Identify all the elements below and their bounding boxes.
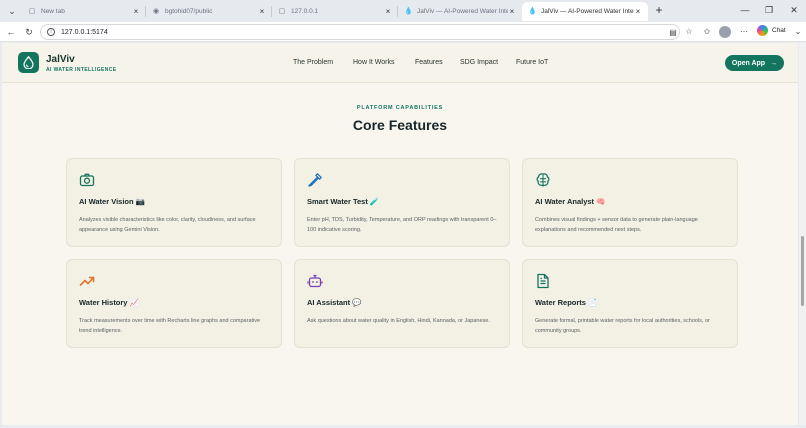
feature-card-smart-water-test: Smart Water Test 🧪 Enter pH, TDS, Turbid… — [294, 158, 510, 247]
feature-title: AI Water Analyst 🧠 — [535, 197, 606, 206]
browser-toolbar: ← ↻ i 127.0.0.1:5174 ▤ ☆ ✩ ⋯ Chat ⌄ — [0, 22, 806, 42]
logo-tagline: AI WATER INTELLIGENCE — [46, 67, 117, 73]
logo-drop-icon[interactable] — [18, 52, 39, 73]
file-text-icon — [537, 273, 549, 289]
page-scrollbar[interactable] — [799, 43, 806, 425]
profile-avatar[interactable] — [719, 26, 731, 38]
open-app-label: Open App — [731, 59, 766, 67]
reader-view-icon[interactable]: ▤ — [667, 27, 679, 39]
nav-future-iot[interactable]: Future IoT — [516, 59, 548, 66]
tab-label: JalViv — AI-Powered Water Intellig — [417, 8, 508, 15]
feature-card-ai-water-vision: AI Water Vision 📷 Analyzes visible chara… — [66, 158, 282, 247]
pipette-icon — [308, 172, 323, 187]
open-app-button[interactable]: Open App → — [725, 55, 784, 71]
tab-new-tab[interactable]: ▢ New tab × — [22, 2, 146, 21]
tab-label: bgtohid07/public — [165, 8, 213, 15]
bot-icon — [307, 274, 323, 288]
close-icon[interactable]: × — [132, 7, 140, 16]
chevron-down-icon[interactable]: ⌄ — [792, 26, 804, 38]
drop-icon: 💧 — [528, 7, 537, 15]
feature-card-water-history: Water History 📈 Track measurements over … — [66, 259, 282, 348]
tab-label: 127.0.0.1 — [291, 8, 319, 15]
back-arrow-icon[interactable]: ← — [4, 25, 18, 39]
tab-github[interactable]: ◉ bgtohid07/public × — [146, 2, 272, 21]
nav-sdg-impact[interactable]: SDG Impact — [460, 59, 498, 66]
feature-title: Smart Water Test 🧪 — [307, 197, 380, 206]
feature-title: AI Assistant 💬 — [307, 298, 362, 307]
close-icon[interactable]: × — [508, 7, 516, 16]
tab-jalviv-1[interactable]: 💧 JalViv — AI-Powered Water Intellig × — [398, 2, 522, 21]
close-icon[interactable]: × — [634, 7, 642, 16]
new-tab-plus-icon[interactable]: + — [652, 3, 666, 17]
drop-icon: 💧 — [404, 7, 413, 15]
feature-description: Ask questions about water quality in Eng… — [307, 318, 490, 324]
brain-icon — [536, 173, 550, 187]
info-icon[interactable]: i — [47, 28, 55, 36]
page-viewport: JalViv AI WATER INTELLIGENCE The Problem… — [2, 43, 798, 425]
chat-button[interactable]: Chat — [757, 25, 786, 36]
feature-title: Water Reports 📄 — [535, 298, 598, 307]
address-bar[interactable]: i 127.0.0.1:5174 ▤ — [40, 24, 680, 40]
refresh-icon[interactable]: ↻ — [22, 25, 36, 39]
feature-title: Water History 📈 — [79, 298, 139, 307]
feature-card-ai-water-analyst: AI Water Analyst 🧠 Combines visual findi… — [522, 158, 738, 247]
nav-how-it-works[interactable]: How It Works — [353, 59, 395, 66]
restore-icon[interactable]: ❐ — [762, 3, 776, 17]
feature-description: Generate formal, printable water reports… — [535, 318, 710, 334]
feature-title: AI Water Vision 📷 — [79, 197, 146, 206]
tab-label: JalViv — AI-Powered Water Intellig — [541, 8, 634, 15]
window-close-icon[interactable]: ✕ — [787, 3, 801, 17]
camera-icon — [79, 173, 95, 187]
arrow-right-icon: → — [770, 59, 778, 67]
favorites-icon[interactable]: ✩ — [701, 26, 713, 38]
trending-up-icon — [79, 276, 95, 286]
tab-strip: ⌄ ▢ New tab × ◉ bgtohid07/public × ▢ 127… — [0, 0, 806, 22]
more-menu-icon[interactable]: ⋯ — [738, 26, 750, 38]
close-icon[interactable]: × — [384, 7, 392, 16]
page-icon: ▢ — [278, 7, 286, 15]
favorite-star-icon[interactable]: ☆ — [683, 26, 695, 38]
tab-label: New tab — [41, 8, 65, 15]
chat-label: Chat — [772, 27, 786, 34]
scrollbar-thumb[interactable] — [801, 236, 804, 306]
nav-the-problem[interactable]: The Problem — [293, 59, 333, 66]
feature-description: Track measurements over time with Rechar… — [79, 318, 261, 334]
section-eyebrow: PLATFORM CAPABILITIES — [356, 105, 444, 111]
tab-actions-chevron-icon[interactable]: ⌄ — [4, 3, 20, 19]
url-text[interactable]: 127.0.0.1:5174 — [61, 29, 108, 36]
logo-name[interactable]: JalViv — [46, 54, 75, 65]
feature-description: Enter pH, TDS, Turbidity, Temperature, a… — [307, 217, 497, 233]
tab-localhost[interactable]: ▢ 127.0.0.1 × — [272, 2, 398, 21]
copilot-icon — [757, 25, 768, 36]
feature-description: Combines visual findings + sensor data t… — [535, 217, 698, 233]
nav-features[interactable]: Features — [415, 59, 443, 66]
site-header: JalViv AI WATER INTELLIGENCE The Problem… — [2, 43, 798, 83]
github-icon: ◉ — [152, 7, 160, 15]
close-icon[interactable]: × — [258, 7, 266, 16]
feature-description: Analyzes visible characteristics like co… — [79, 217, 256, 233]
tab-jalviv-active[interactable]: 💧 JalViv — AI-Powered Water Intellig × — [522, 2, 648, 21]
minimize-icon[interactable]: — — [738, 3, 752, 17]
feature-card-ai-assistant: AI Assistant 💬 Ask questions about water… — [294, 259, 510, 348]
section-title: Core Features — [352, 117, 448, 133]
feature-card-water-reports: Water Reports 📄 Generate formal, printab… — [522, 259, 738, 348]
page-icon: ▢ — [28, 7, 36, 15]
